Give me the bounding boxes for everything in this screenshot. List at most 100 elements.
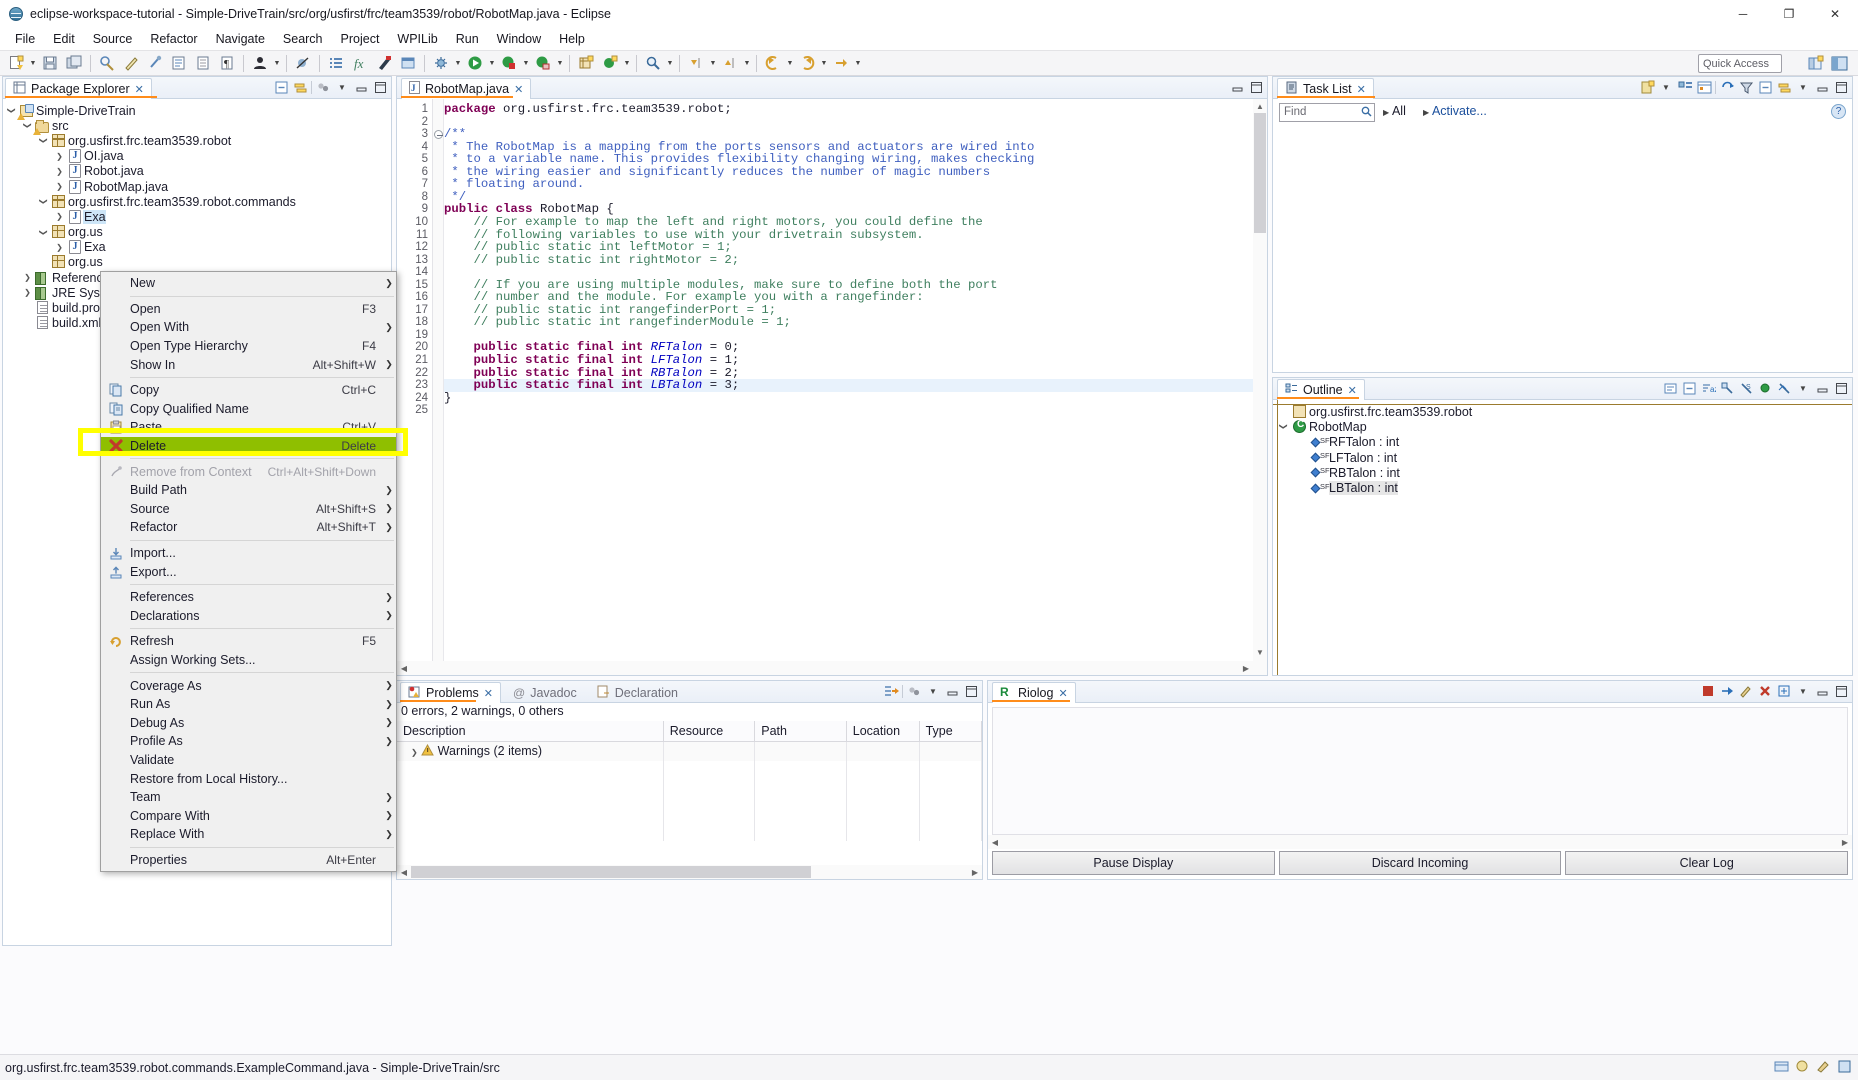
menu-item-refresh[interactable]: RefreshF5 (101, 632, 396, 651)
menu-item-compare-with[interactable]: Compare With❯ (101, 806, 396, 825)
menu-refactor[interactable]: Refactor (141, 30, 206, 48)
close-button[interactable]: ✕ (1812, 0, 1858, 28)
minimize-panel-icon[interactable] (944, 683, 960, 699)
column-header-description[interactable]: Description (397, 721, 663, 741)
chevron-down-icon[interactable]: ❯ (39, 195, 48, 208)
maximize-panel-icon[interactable] (1833, 380, 1849, 396)
tree-item[interactable]: org.us (5, 255, 391, 270)
menu-edit[interactable]: Edit (44, 30, 84, 48)
chevron-right-icon[interactable]: ❯ (21, 273, 34, 282)
view-menu-caret-icon[interactable]: ▼ (334, 79, 350, 95)
build-icon[interactable] (168, 52, 190, 74)
pause-display-button[interactable]: Pause Display (992, 851, 1275, 875)
outline-item[interactable]: org.usfirst.frc.team3539.robot (1277, 404, 1852, 419)
menu-item-copy[interactable]: CopyCtrl+C (101, 381, 396, 400)
tree-item[interactable]: ❯Simple-DriveTrain (5, 103, 391, 118)
profile-dropdown-caret[interactable]: ▼ (555, 52, 565, 74)
menu-item-debug-as[interactable]: Debug As❯ (101, 713, 396, 732)
minimize-panel-icon[interactable] (1814, 380, 1830, 396)
collapse-all-icon[interactable] (1681, 380, 1697, 396)
coverage-dropdown-caret[interactable]: ▼ (521, 52, 531, 74)
prev-annotation-icon[interactable] (719, 52, 741, 74)
menu-item-refactor[interactable]: RefactorAlt+Shift+T❯ (101, 518, 396, 537)
new-task-icon[interactable] (1639, 79, 1655, 95)
schedule-icon[interactable] (1696, 79, 1712, 95)
column-header-location[interactable]: Location (846, 721, 919, 741)
view-menu-caret-icon[interactable]: ▼ (1795, 683, 1811, 699)
new-task-caret-icon[interactable]: ▼ (1658, 79, 1674, 95)
save-icon[interactable] (39, 52, 61, 74)
tree-item[interactable]: ❯RobotMap.java (5, 179, 391, 194)
column-header-resource[interactable]: Resource (663, 721, 755, 741)
scroll-right-arrow[interactable]: ▶ (1239, 661, 1253, 675)
clear-log-button[interactable]: Clear Log (1565, 851, 1848, 875)
run-icon[interactable] (464, 52, 486, 74)
chevron-right-icon[interactable]: ❯ (53, 243, 66, 252)
view-menu-icon[interactable] (315, 79, 331, 95)
menu-item-team[interactable]: Team❯ (101, 788, 396, 807)
menu-run[interactable]: Run (447, 30, 488, 48)
quick-fix-icon[interactable] (120, 52, 142, 74)
scroll-down-arrow[interactable]: ▼ (1253, 645, 1267, 659)
view-menu-caret-icon[interactable]: ▼ (925, 683, 941, 699)
menu-item-open[interactable]: OpenF3 (101, 300, 396, 319)
chevron-right-icon[interactable]: ❯ (53, 182, 66, 191)
search-icon[interactable] (642, 52, 664, 74)
chevron-right-icon[interactable]: ❯ (53, 212, 66, 221)
menu-item-open-with[interactable]: Open With❯ (101, 318, 396, 337)
forward-icon[interactable] (796, 52, 818, 74)
chevron-down-icon[interactable]: ❯ (39, 134, 48, 147)
maximize-panel-icon[interactable] (1833, 683, 1849, 699)
menu-file[interactable]: File (6, 30, 44, 48)
scroll-thumb[interactable] (1254, 113, 1266, 233)
chevron-down-icon[interactable]: ❯ (39, 226, 48, 239)
link-icon[interactable] (1776, 79, 1792, 95)
debug-dropdown-caret[interactable]: ▼ (453, 52, 463, 74)
menu-search[interactable]: Search (274, 30, 332, 48)
menu-item-show-in[interactable]: Show InAlt+Shift+W❯ (101, 355, 396, 374)
view-menu-caret-icon[interactable]: ▼ (1795, 380, 1811, 396)
outline-item[interactable]: SFRFTalon : int (1277, 435, 1852, 450)
scroll-left-arrow[interactable]: ◀ (397, 865, 411, 879)
maximize-panel-icon[interactable] (1248, 79, 1264, 95)
problems-horizontal-scrollbar[interactable]: ◀ ▶ (397, 865, 982, 879)
minimize-panel-icon[interactable] (1814, 79, 1830, 95)
fold-collapse-icon[interactable] (434, 130, 443, 139)
menu-item-import[interactable]: Import... (101, 544, 396, 563)
filter-icon[interactable] (1738, 79, 1754, 95)
help-icon[interactable]: ? (1831, 104, 1846, 119)
scroll-up-arrow[interactable]: ▲ (1253, 99, 1267, 113)
synchronize-icon[interactable] (1719, 79, 1735, 95)
clean-icon[interactable] (144, 52, 166, 74)
maximize-panel-icon[interactable] (963, 683, 979, 699)
menu-help[interactable]: Help (550, 30, 594, 48)
skip-breakpoints-icon[interactable] (292, 52, 314, 74)
menu-item-copy-qualified-name[interactable]: Copy Qualified Name (101, 400, 396, 419)
editor-vertical-scrollbar[interactable]: ▲ ▼ (1253, 99, 1267, 675)
close-icon[interactable]: ✕ (484, 687, 493, 700)
tab-declaration[interactable]: Declaration (589, 682, 686, 703)
chevron-down-icon[interactable]: ❯ (1279, 420, 1288, 433)
open-perspective-icon[interactable] (1804, 53, 1826, 74)
menu-item-delete[interactable]: DeleteDelete (101, 437, 396, 456)
next-annotation-caret[interactable]: ▼ (708, 52, 718, 74)
new-dropdown-caret[interactable]: ▼ (28, 52, 38, 74)
riolog-output-area[interactable] (992, 707, 1848, 835)
outline-item[interactable]: SFRBTalon : int (1277, 465, 1852, 480)
new-package-icon[interactable] (575, 52, 597, 74)
forward-icon[interactable] (1719, 683, 1735, 699)
editor-horizontal-scrollbar[interactable]: ◀ ▶ (397, 661, 1253, 675)
search-dropdown-caret[interactable]: ▼ (665, 52, 675, 74)
menu-wpilib[interactable]: WPILib (388, 30, 446, 48)
new-icon[interactable] (5, 52, 27, 74)
link-with-editor-icon[interactable] (292, 79, 308, 95)
collapse-all-icon[interactable] (1757, 79, 1773, 95)
close-icon[interactable]: ✕ (1357, 83, 1366, 96)
menu-item-source[interactable]: SourceAlt+Shift+S❯ (101, 500, 396, 519)
minimize-button[interactable]: ─ (1720, 0, 1766, 28)
new-wizard-icon[interactable] (96, 52, 118, 74)
new-class-icon[interactable] (599, 52, 621, 74)
menu-item-open-type-hierarchy[interactable]: Open Type HierarchyF4 (101, 337, 396, 356)
chevron-right-icon[interactable]: ❯ (403, 748, 418, 757)
collapse-all-icon[interactable] (273, 79, 289, 95)
